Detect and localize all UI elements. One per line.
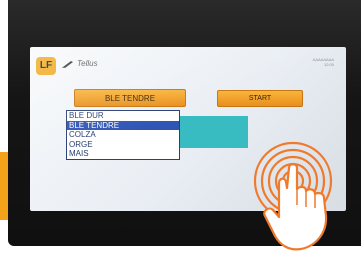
- hand-tap-icon: [253, 141, 333, 251]
- device-photo: LF Tellus AAAAAAAA 12:00 BLE TENDRE STAR…: [0, 0, 361, 267]
